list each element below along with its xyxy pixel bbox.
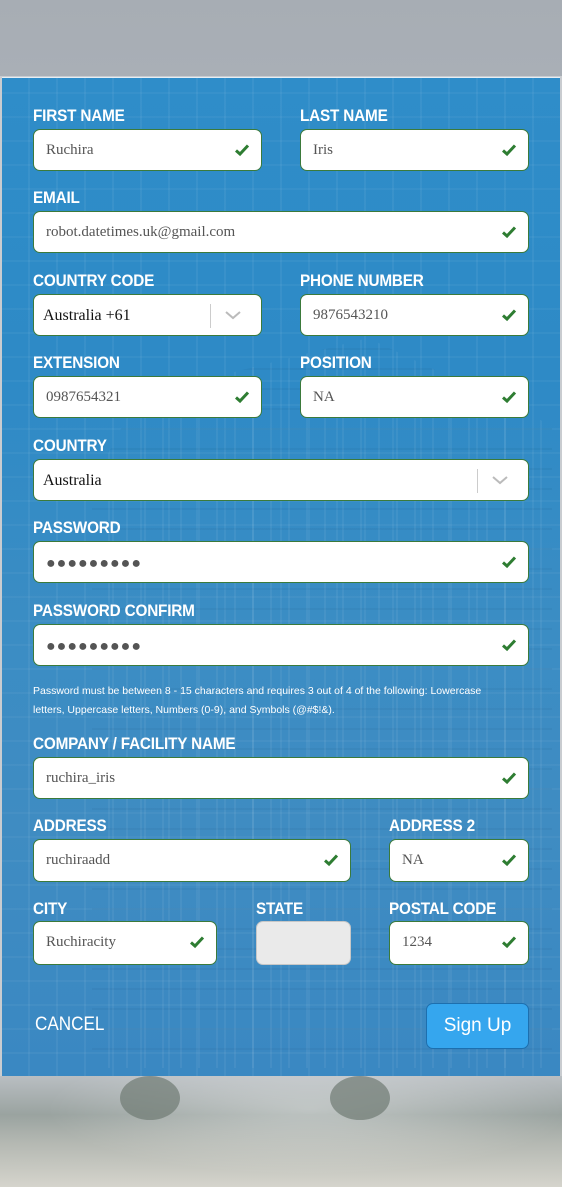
select-separator (477, 469, 478, 493)
password-field[interactable]: ●●●●●●●●● (33, 541, 529, 583)
password-confirm-masked-value[interactable]: ●●●●●●●●● (46, 638, 142, 656)
postal-code-field[interactable] (389, 921, 529, 965)
bottom-backdrop-image (0, 1076, 562, 1187)
email-field[interactable] (33, 211, 529, 253)
city-field[interactable] (33, 921, 217, 965)
state-label: STATE (256, 899, 303, 918)
cancel-button[interactable]: CANCEL (35, 1014, 104, 1036)
check-icon (502, 936, 517, 949)
company-field[interactable] (33, 757, 529, 799)
check-icon (502, 556, 517, 569)
password-confirm-field[interactable]: ●●●●●●●●● (33, 624, 529, 666)
phone-number-input[interactable] (313, 295, 490, 335)
phone-number-label: PHONE NUMBER (300, 271, 424, 290)
address2-label: ADDRESS 2 (389, 816, 475, 835)
city-label: CITY (33, 899, 68, 918)
position-field[interactable] (300, 376, 529, 418)
check-icon (502, 639, 517, 652)
address2-input[interactable] (402, 840, 490, 880)
check-icon (235, 391, 250, 404)
country-code-label: COUNTRY CODE (33, 271, 155, 290)
country-value: Australia (43, 472, 102, 489)
extension-field[interactable] (33, 376, 262, 418)
first-name-label: FIRST NAME (33, 106, 125, 125)
position-label: POSITION (300, 353, 372, 372)
last-name-input[interactable] (313, 130, 490, 170)
chevron-down-icon[interactable] (491, 473, 509, 487)
last-name-label: LAST NAME (300, 106, 388, 125)
address-input[interactable] (46, 840, 312, 880)
country-select[interactable]: Australia (33, 459, 529, 501)
phone-number-field[interactable] (300, 294, 529, 336)
email-input[interactable] (46, 212, 490, 252)
postal-code-label: POSTAL CODE (389, 899, 497, 918)
password-masked-value[interactable]: ●●●●●●●●● (46, 555, 142, 573)
state-select[interactable] (256, 921, 351, 965)
address2-field[interactable] (389, 839, 529, 882)
address-label: ADDRESS (33, 816, 107, 835)
company-label: COMPANY / FACILITY NAME (33, 734, 236, 753)
tree-shape (330, 1076, 390, 1120)
check-icon (502, 391, 517, 404)
password-confirm-label: PASSWORD CONFIRM (33, 601, 195, 620)
check-icon (235, 144, 250, 157)
postal-code-input[interactable] (402, 922, 490, 962)
sign-up-button[interactable]: Sign Up (426, 1003, 529, 1049)
position-input[interactable] (313, 377, 490, 417)
country-code-value: Australia +61 (43, 307, 131, 324)
password-requirements-text: Password must be between 8 - 15 characte… (33, 685, 482, 716)
first-name-field[interactable] (33, 129, 262, 171)
check-icon (502, 854, 517, 867)
first-name-input[interactable] (46, 130, 223, 170)
country-label: COUNTRY (33, 436, 107, 455)
address-field[interactable] (33, 839, 351, 882)
extension-label: EXTENSION (33, 353, 120, 372)
country-code-select[interactable]: Australia +61 (33, 294, 262, 336)
check-icon (502, 144, 517, 157)
password-label: PASSWORD (33, 518, 121, 537)
chevron-down-icon[interactable] (224, 308, 242, 322)
check-icon (502, 772, 517, 785)
check-icon (502, 309, 517, 322)
city-input[interactable] (46, 922, 178, 962)
select-separator (210, 304, 211, 328)
check-icon (324, 854, 339, 867)
email-label: EMAIL (33, 188, 80, 207)
check-icon (502, 226, 517, 239)
check-icon (190, 936, 205, 949)
last-name-field[interactable] (300, 129, 529, 171)
company-input[interactable] (46, 758, 490, 798)
header-backdrop (0, 0, 562, 76)
extension-input[interactable] (46, 377, 223, 417)
tree-shape (120, 1076, 180, 1120)
